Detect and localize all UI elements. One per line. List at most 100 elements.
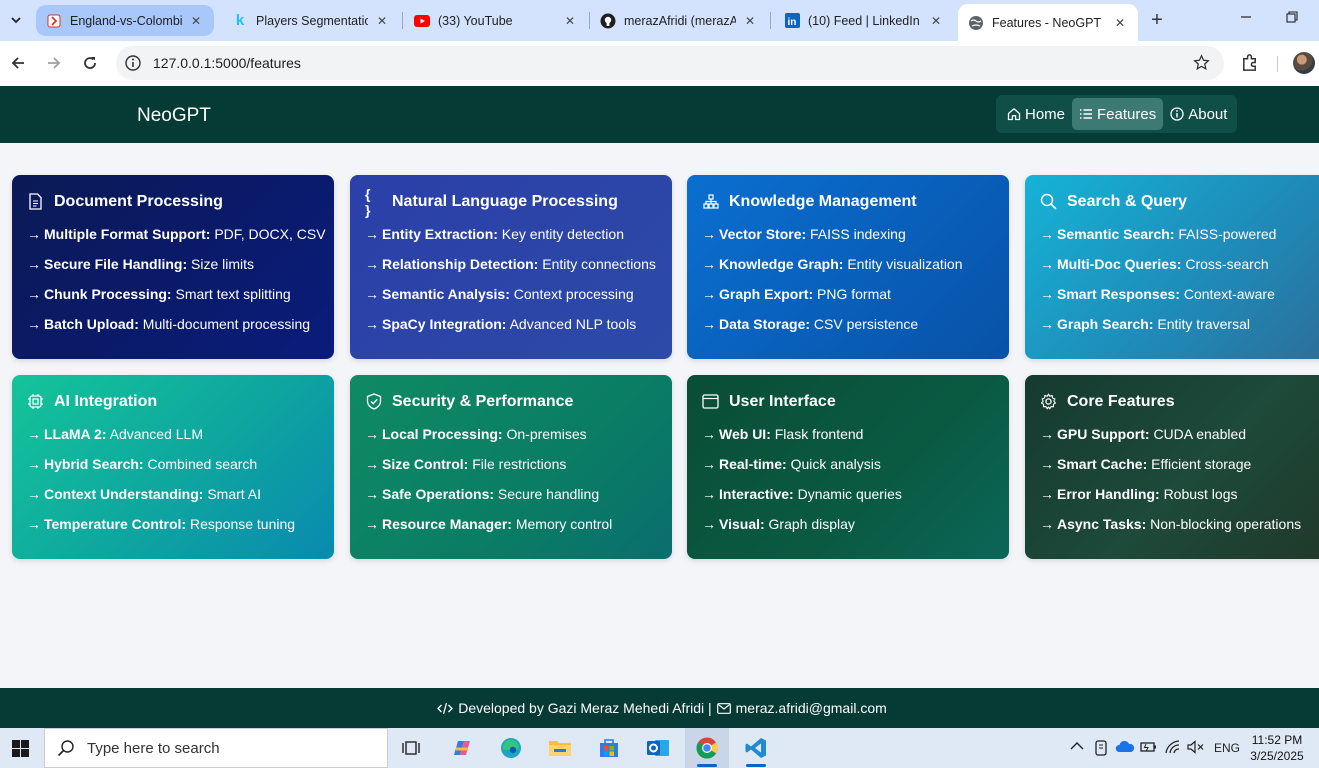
arrow-left-icon <box>11 57 24 69</box>
browser-toolbar: 127.0.0.1:5000/features <box>0 41 1319 86</box>
input-language[interactable]: ENG <box>1214 741 1240 755</box>
arrow-right-icon <box>48 57 61 69</box>
nav-features[interactable]: Features <box>1072 98 1164 130</box>
taskbar-store[interactable] <box>587 728 631 768</box>
restore-button[interactable] <box>1286 10 1298 26</box>
outlook-icon <box>647 740 669 756</box>
window-icon <box>702 393 719 410</box>
minimize-icon <box>1241 16 1251 18</box>
brand-logo[interactable]: NeoGPT <box>137 105 211 127</box>
feature-item: → Smart Responses: Context-aware <box>1040 286 1275 302</box>
browser-tab[interactable]: k Players Segmentation ✕ <box>222 5 400 36</box>
feature-item: → Data Storage: CSV persistence <box>702 316 919 332</box>
close-icon[interactable]: ✕ <box>562 14 578 28</box>
taskbar-chrome[interactable] <box>685 728 729 768</box>
github-icon <box>600 13 616 29</box>
feature-item: → Interactive: Dynamic queries <box>702 486 902 502</box>
footer-email[interactable]: meraz.afridi@gmail.com <box>736 700 887 716</box>
page-footer: Developed by Gazi Meraz Mehedi Afridi | … <box>0 688 1319 728</box>
linkedin-icon: in <box>784 13 800 29</box>
feature-item: → Chunk Processing: Smart text splitting <box>27 286 291 302</box>
new-tab-button[interactable]: + <box>1146 9 1168 31</box>
site-info-icon[interactable] <box>124 54 142 72</box>
taskbar-clock[interactable]: 11:52 PM 3/25/2025 <box>1244 732 1310 764</box>
minimize-button[interactable] <box>1240 10 1252 26</box>
feature-item: → SpaCy Integration: Advanced NLP tools <box>365 316 637 332</box>
gear-icon <box>1040 393 1057 410</box>
feature-item: → Hybrid Search: Combined search <box>27 456 258 472</box>
copilot-icon <box>454 741 470 755</box>
url-text[interactable]: 127.0.0.1:5000/features <box>153 55 301 71</box>
feature-item: → Semantic Search: FAISS-powered <box>1040 226 1277 242</box>
feature-item: → Temperature Control: Response tuning <box>27 516 296 532</box>
browser-tab[interactable]: in (10) Feed | LinkedIn ✕ <box>774 5 954 36</box>
feature-item: → Entity Extraction: Key entity detection <box>365 226 624 242</box>
taskbar-file-explorer[interactable] <box>538 728 582 768</box>
windows-start-button[interactable] <box>12 740 29 762</box>
taskbar-copilot[interactable] <box>440 728 484 768</box>
feature-item: → Relationship Detection: Entity connecti… <box>365 256 656 272</box>
reload-button[interactable] <box>78 51 102 75</box>
tab-separator <box>770 12 771 29</box>
feature-item: → Graph Export: PNG format <box>702 286 891 302</box>
shield-check-icon <box>365 393 382 410</box>
show-hidden-icons-button[interactable] <box>1070 740 1084 754</box>
browser-tab[interactable]: (33) YouTube ✕ <box>404 5 588 36</box>
nav-features-label: Features <box>1097 105 1157 123</box>
task-view-icon <box>402 741 420 755</box>
forward-button[interactable] <box>42 51 66 75</box>
card-title: AI Integration <box>54 392 158 410</box>
onedrive-icon[interactable] <box>1115 740 1135 757</box>
app-navbar: NeoGPT Home Features About <box>0 86 1319 143</box>
task-view-button[interactable] <box>389 728 433 768</box>
close-icon[interactable]: ✕ <box>928 14 944 28</box>
feature-item: → Multi-Doc Queries: Cross-search <box>1040 256 1269 272</box>
taskbar-outlook[interactable] <box>636 728 680 768</box>
braces-icon: { } <box>365 185 373 218</box>
bookmark-star-icon[interactable] <box>1193 54 1210 76</box>
close-icon[interactable]: ✕ <box>1112 16 1128 30</box>
clock-date: 3/25/2025 <box>1250 749 1304 763</box>
feature-item: → Multiple Format Support: PDF, DOCX, CSV <box>27 226 326 242</box>
home-icon <box>1007 107 1021 121</box>
feature-item: → Resource Manager: Memory control <box>365 516 613 532</box>
card-search-query: Search & Query → Semantic Search: FAISS-p… <box>1025 175 1319 359</box>
code-icon <box>437 702 454 715</box>
tab-title: (10) Feed | LinkedIn <box>808 13 920 28</box>
profile-avatar[interactable] <box>1293 52 1315 74</box>
document-icon <box>27 193 44 210</box>
footer-developer: Developed by Gazi Meraz Mehedi Afridi | <box>458 700 712 716</box>
address-bar[interactable]: 127.0.0.1:5000/features <box>116 46 1224 80</box>
search-icon <box>1040 193 1057 210</box>
wifi-icon[interactable] <box>1165 740 1181 757</box>
tab-search-button[interactable] <box>5 9 27 31</box>
browser-tab[interactable]: England-vs-Colombia ✕ <box>36 5 214 36</box>
card-title: Natural Language Processing <box>392 192 618 210</box>
sports-favicon-icon <box>46 13 62 29</box>
close-icon[interactable]: ✕ <box>374 14 390 28</box>
browser-tab-active[interactable]: Features - NeoGPT ✕ <box>958 4 1138 41</box>
feature-item: → Error Handling: Robust logs <box>1040 486 1238 502</box>
feature-item: → Real-time: Quick analysis <box>702 456 881 472</box>
device-icon[interactable] <box>1094 740 1108 759</box>
extensions-icon[interactable] <box>1240 53 1259 77</box>
close-icon[interactable]: ✕ <box>188 14 204 28</box>
back-button[interactable] <box>6 51 30 75</box>
feature-item: → Secure File Handling: Size limits <box>27 256 255 272</box>
nav-home[interactable]: Home <box>1000 98 1072 130</box>
taskbar-vscode[interactable] <box>734 728 778 768</box>
reload-icon <box>84 57 96 69</box>
close-icon[interactable]: ✕ <box>742 14 758 28</box>
edge-icon <box>501 738 521 758</box>
browser-tab-strip: England-vs-Colombia ✕ k Players Segmenta… <box>0 0 1319 41</box>
taskbar-search-box[interactable]: Type here to search <box>44 728 388 768</box>
nav-about[interactable]: About <box>1163 98 1234 130</box>
browser-tab[interactable]: merazAfridi (merazAf ✕ <box>590 5 768 36</box>
tab-title: England-vs-Colombia <box>70 13 182 28</box>
windows-taskbar: Type here to search ENG 11:52 PM 3/25/20… <box>0 728 1319 768</box>
feature-item: → Async Tasks: Non-blocking operations <box>1040 516 1302 532</box>
volume-muted-icon[interactable] <box>1187 740 1205 757</box>
battery-icon[interactable] <box>1140 740 1158 757</box>
taskbar-edge[interactable] <box>489 728 533 768</box>
youtube-icon <box>414 13 430 29</box>
